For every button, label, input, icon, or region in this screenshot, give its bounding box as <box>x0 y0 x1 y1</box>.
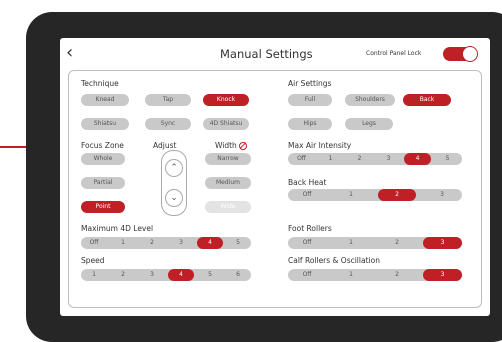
toggle-knob <box>462 46 478 62</box>
focus-point[interactable]: Point <box>81 201 125 213</box>
foot-2[interactable]: 2 <box>378 237 416 249</box>
air-hips[interactable]: Hips <box>288 118 332 130</box>
heat-1[interactable]: 1 <box>332 189 370 201</box>
air-back[interactable]: Back <box>403 94 451 106</box>
max-4d-level-bar: Off 1 2 3 4 5 <box>81 237 251 249</box>
adjust-control: ⌃ ⌄ <box>161 150 187 216</box>
calf-off[interactable]: Off <box>288 269 326 281</box>
max-air-intensity-label: Max Air Intensity <box>288 141 352 150</box>
control-panel-lock-toggle[interactable] <box>443 46 478 62</box>
speed-3[interactable]: 3 <box>139 269 165 281</box>
foot-1[interactable]: 1 <box>332 237 370 249</box>
air-settings-label: Air Settings <box>288 79 332 88</box>
technique-knock[interactable]: Knock <box>203 94 249 106</box>
width-label: Width <box>215 141 247 150</box>
level4d-3[interactable]: 3 <box>168 237 194 249</box>
air-intensity-4[interactable]: 4 <box>404 153 431 165</box>
calf-3[interactable]: 3 <box>423 269 462 281</box>
air-intensity-2[interactable]: 2 <box>346 153 373 165</box>
focus-zone-label: Focus Zone <box>81 141 124 150</box>
heat-off[interactable]: Off <box>288 189 326 201</box>
air-intensity-5[interactable]: 5 <box>434 153 461 165</box>
back-heat-label: Back Heat <box>288 178 327 187</box>
foot-rollers-label: Foot Rollers <box>288 224 332 233</box>
page-title: Manual Settings <box>220 47 313 61</box>
width-wide: Wide <box>205 201 251 213</box>
technique-sync[interactable]: Sync <box>145 118 191 130</box>
level4d-off[interactable]: Off <box>81 237 107 249</box>
air-legs[interactable]: Legs <box>345 118 393 130</box>
control-panel-lock-label: Control Panel Lock <box>366 50 422 57</box>
air-intensity-bar: Off 1 2 3 4 5 <box>288 153 462 165</box>
technique-shiatsu[interactable]: Shiatsu <box>81 118 129 130</box>
focus-whole[interactable]: Whole <box>81 153 125 165</box>
heat-3[interactable]: 3 <box>423 189 461 201</box>
technique-4d-shiatsu[interactable]: 4D Shiatsu <box>203 118 249 130</box>
speed-1[interactable]: 1 <box>81 269 107 281</box>
back-heat-bar: Off 1 2 3 <box>288 189 462 201</box>
max-4d-level-label: Maximum 4D Level <box>81 224 154 233</box>
level4d-2[interactable]: 2 <box>139 237 165 249</box>
width-medium[interactable]: Medium <box>205 177 251 189</box>
speed-4[interactable]: 4 <box>168 269 194 281</box>
level4d-5[interactable]: 5 <box>225 237 251 249</box>
calf-rollers-bar: Off 1 2 3 <box>288 269 462 281</box>
calf-rollers-label: Calf Rollers & Oscillation <box>288 256 380 265</box>
header: ‹ Manual Settings Control Panel Lock <box>60 38 490 68</box>
chevron-down-icon[interactable]: ⌄ <box>165 189 183 207</box>
adjust-label: Adjust <box>153 141 177 150</box>
level4d-4[interactable]: 4 <box>197 237 223 249</box>
speed-5[interactable]: 5 <box>197 269 223 281</box>
width-narrow[interactable]: Narrow <box>205 153 251 165</box>
technique-label: Technique <box>81 79 119 88</box>
air-intensity-1[interactable]: 1 <box>317 153 344 165</box>
foot-3[interactable]: 3 <box>423 237 462 249</box>
settings-panel: Technique Knead Tap Knock Shiatsu Sync 4… <box>68 70 482 308</box>
chevron-up-icon[interactable]: ⌃ <box>165 159 183 177</box>
speed-6[interactable]: 6 <box>225 269 251 281</box>
technique-knead[interactable]: Knead <box>81 94 129 106</box>
focus-partial[interactable]: Partial <box>81 177 125 189</box>
calf-2[interactable]: 2 <box>378 269 416 281</box>
chevron-left-icon[interactable]: ‹ <box>66 44 80 62</box>
speed-2[interactable]: 2 <box>110 269 136 281</box>
heat-2[interactable]: 2 <box>378 189 416 201</box>
air-shoulders[interactable]: Shoulders <box>345 94 395 106</box>
no-symbol-icon <box>238 142 247 150</box>
foot-rollers-bar: Off 1 2 3 <box>288 237 462 249</box>
width-label-text: Width <box>215 141 237 150</box>
air-full[interactable]: Full <box>288 94 332 106</box>
air-intensity-off[interactable]: Off <box>288 153 315 165</box>
calf-1[interactable]: 1 <box>332 269 370 281</box>
speed-label: Speed <box>81 256 105 265</box>
level4d-1[interactable]: 1 <box>110 237 136 249</box>
foot-off[interactable]: Off <box>288 237 326 249</box>
tablet-screen: ‹ Manual Settings Control Panel Lock Tec… <box>60 38 490 316</box>
technique-tap[interactable]: Tap <box>145 94 191 106</box>
speed-bar: 1 2 3 4 5 6 <box>81 269 251 281</box>
air-intensity-3[interactable]: 3 <box>375 153 402 165</box>
